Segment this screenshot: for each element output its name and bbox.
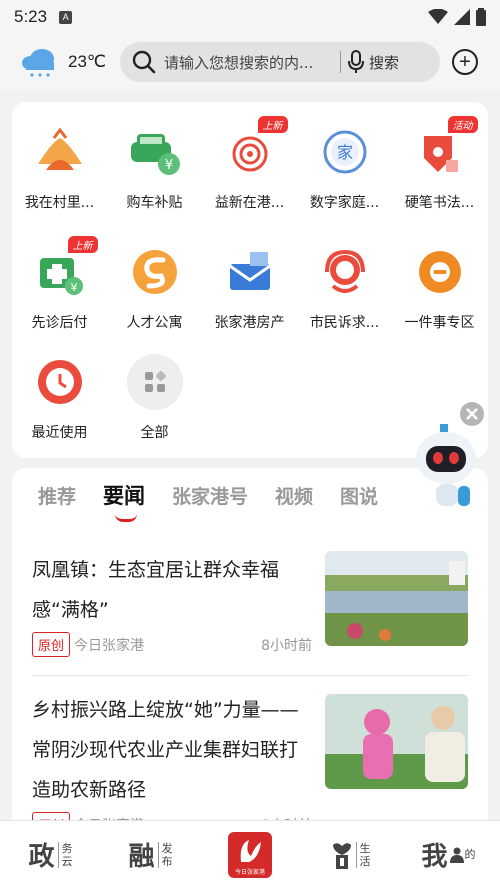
logo-mark-icon (240, 839, 261, 862)
news-source: 今日张家港 (74, 637, 145, 654)
search-divider (340, 51, 341, 73)
service-one-thing[interactable]: 一件事专区 (392, 244, 487, 332)
nav-life[interactable]: 生活 (300, 841, 400, 869)
recent-icon (32, 354, 88, 410)
status-indicators (428, 8, 486, 26)
news-feed: 推荐 要闻 张家港号 视频 图说 凤凰镇：生态宜居让群众幸福感“满格” 原创 今… (12, 468, 488, 828)
service-label: 最近使用 (31, 425, 88, 441)
nav-home-logo[interactable]: 今日张家港 (200, 831, 300, 878)
news-meta: 原创 今日张家港 8小时前 (32, 632, 312, 657)
service-car-subsidy[interactable]: ¥ 购车补贴 (107, 124, 202, 212)
news-thumbnail (325, 694, 468, 789)
medical-pay-icon: ¥ 上新 (32, 236, 98, 300)
customer-service-icon (317, 244, 373, 300)
search-icon (132, 50, 156, 74)
nav-big-label: 融 (128, 842, 155, 872)
pen-calligraphy-icon: 活动 (412, 116, 478, 180)
person-icon (449, 847, 464, 863)
bottom-nav: 政 务云 融 发布 今日张家港 生活 我 的 (0, 820, 500, 888)
original-badge: 原创 (32, 632, 71, 657)
nav-government[interactable]: 政 务云 (0, 836, 100, 873)
service-label: 全部 (140, 425, 169, 441)
news-title: 乡村振兴路上绽放“她”力量——常阴沙现代农业产业集群妇联打造助农新路径 (32, 699, 299, 801)
nav-mine[interactable]: 我 的 (400, 836, 500, 873)
status-time: 5:23 (14, 7, 48, 26)
cloud-rain-icon (22, 49, 54, 77)
service-label: 人才公寓 (126, 315, 183, 331)
app-notification-icon: A (59, 10, 73, 24)
nav-release[interactable]: 融 发布 (100, 836, 200, 873)
service-label: 数字家庭... (309, 195, 380, 211)
microphone-icon[interactable] (347, 50, 365, 74)
digital-family-icon: 家 (317, 124, 373, 180)
app-logo: 今日张家港 (228, 831, 272, 878)
service-label: 先诊后付 (31, 315, 88, 331)
temperature: 23℃ (68, 52, 107, 71)
village-icon (32, 124, 88, 180)
signal-icon (454, 9, 470, 25)
tab-headlines[interactable]: 要闻 (103, 480, 146, 522)
service-citizen-appeal[interactable]: 市民诉求... (297, 244, 392, 332)
nav-big-label: 我 (421, 842, 448, 872)
svg-text:¥: ¥ (164, 158, 172, 173)
car-subsidy-icon: ¥ (127, 124, 183, 180)
service-all[interactable]: 全部 (107, 354, 202, 442)
service-label: 硬笔书法... (404, 195, 475, 211)
news-time: 8小时前 (261, 637, 312, 654)
activity-tag: 活动 (447, 116, 478, 133)
tab-zjg-account[interactable]: 张家港号 (172, 482, 248, 509)
service-calligraphy[interactable]: 活动 硬笔书法... (392, 116, 487, 212)
top-header: 23℃ 请输入您想搜索的内... 搜索 + (0, 34, 500, 90)
search-button[interactable]: 搜索 (369, 52, 399, 73)
add-button[interactable]: + (452, 49, 478, 75)
new-tag: 上新 (257, 116, 288, 133)
nav-small-label: 生活 (355, 841, 371, 868)
service-housing[interactable]: 张家港房产 (202, 244, 297, 332)
service-label: 张家港房产 (214, 315, 285, 331)
service-label: 益新在港... (214, 195, 285, 211)
svg-text:家: 家 (336, 143, 352, 162)
status-bar: 5:23 A (0, 0, 500, 34)
service-label: 购车补贴 (126, 195, 183, 211)
one-thing-icon (412, 244, 468, 300)
service-label: 我在村里... (24, 195, 95, 211)
news-item[interactable]: 凤凰镇：生态宜居让群众幸福感“满格” 原创 今日张家港 8小时前 (32, 550, 468, 657)
nav-small-label: 的 (464, 848, 476, 861)
service-recent[interactable]: 最近使用 (12, 354, 107, 442)
svg-text:¥: ¥ (70, 281, 77, 294)
search-input[interactable]: 请输入您想搜索的内... (164, 52, 334, 73)
nav-small-label: 务云 (57, 841, 73, 868)
talent-apartment-icon (127, 244, 183, 300)
divider (32, 675, 468, 676)
flower-icon: 上新 (222, 116, 288, 180)
service-village[interactable]: 我在村里... (12, 124, 107, 212)
search-bar[interactable]: 请输入您想搜索的内... 搜索 (120, 42, 440, 82)
service-talent-apartment[interactable]: 人才公寓 (107, 244, 202, 332)
service-label: 一件事专区 (404, 315, 475, 331)
service-flower[interactable]: 上新 益新在港... (202, 116, 297, 212)
all-apps-icon (126, 354, 183, 410)
tab-label: 要闻 (103, 484, 146, 508)
tab-recommend[interactable]: 推荐 (38, 482, 76, 509)
house-mail-icon (222, 244, 278, 300)
tab-photo[interactable]: 图说 (340, 482, 378, 509)
robot-mascot[interactable] (412, 400, 492, 520)
tab-video[interactable]: 视频 (275, 482, 313, 509)
nav-big-label: 政 (28, 842, 55, 872)
weather-widget[interactable]: 23℃ (20, 46, 112, 78)
new-tag: 上新 (67, 236, 98, 253)
life-icon (332, 842, 351, 869)
nav-small-label: 发布 (157, 841, 173, 868)
plus-icon: + (459, 51, 471, 73)
service-digital-family[interactable]: 家 数字家庭... (297, 124, 392, 212)
news-title: 凤凰镇：生态宜居让群众幸福感“满格” (32, 559, 280, 621)
active-tab-indicator (115, 514, 138, 522)
service-label: 市民诉求... (309, 315, 380, 331)
news-thumbnail (325, 551, 468, 646)
service-medical-pay[interactable]: ¥ 上新 先诊后付 (12, 236, 107, 332)
news-item[interactable]: 乡村振兴路上绽放“她”力量——常阴沙现代农业产业集群妇联打造助农新路径 原创 今… (32, 690, 468, 828)
battery-icon (476, 8, 486, 26)
wifi-icon (428, 9, 448, 24)
logo-text: 今日张家港 (234, 868, 265, 876)
